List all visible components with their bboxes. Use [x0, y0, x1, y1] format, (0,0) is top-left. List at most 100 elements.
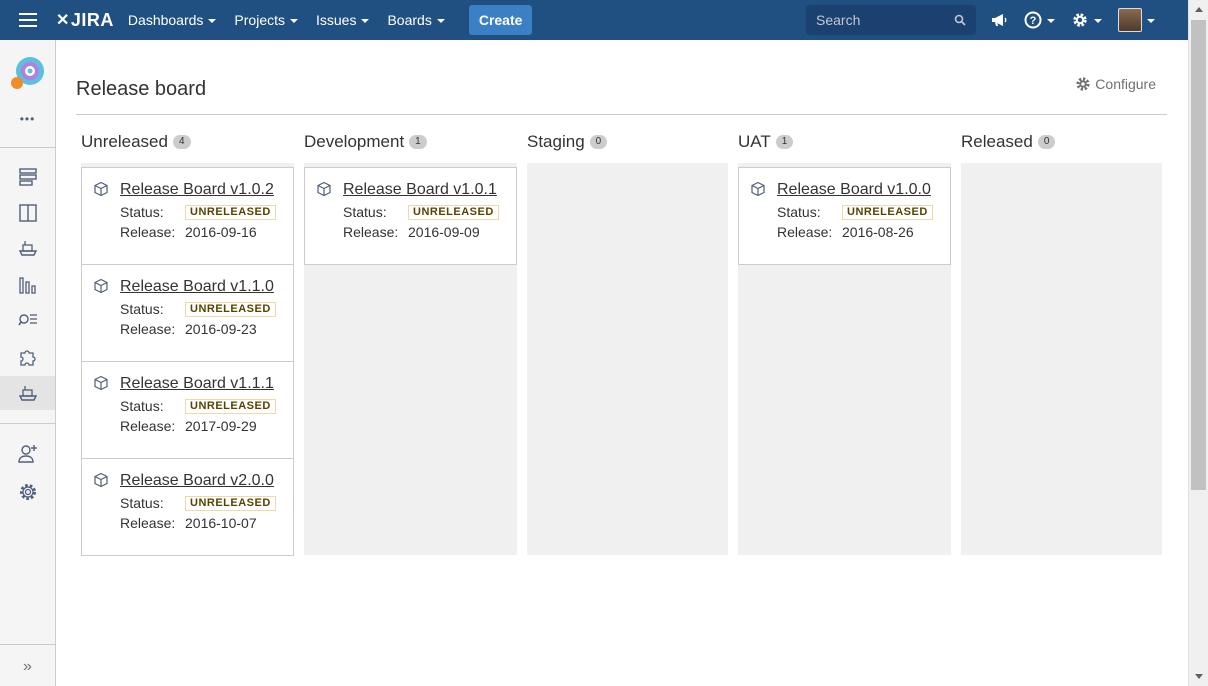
release-row: Release: 2016-10-07: [120, 515, 257, 531]
column-header: UAT 1: [738, 130, 794, 154]
status-badge: UNRELEASED: [185, 495, 276, 511]
jira-logo[interactable]: ✕ JIRA: [56, 10, 114, 31]
version-card[interactable]: Release Board v1.1.0 Status: UNRELEASED R…: [81, 264, 294, 362]
column-body: Release Board v1.0.2 Status: UNRELEASED R…: [81, 163, 294, 556]
status-badge: UNRELEASED: [185, 204, 276, 220]
status-badge: UNRELEASED: [408, 204, 499, 220]
release-row: Release: 2016-09-23: [120, 321, 257, 337]
status-badge: UNRELEASED: [185, 398, 276, 414]
menu-icon[interactable]: [0, 0, 56, 40]
vertical-scrollbar[interactable]: [1188, 0, 1208, 686]
version-box-icon: [317, 181, 331, 197]
release-row: Release: 2016-09-16: [120, 224, 257, 240]
version-link[interactable]: Release Board v1.1.0: [120, 278, 274, 296]
page-title: Release board: [76, 78, 207, 100]
version-card[interactable]: Release Board v1.0.0 Status: UNRELEASED R…: [738, 167, 951, 265]
logo-text: JIRA: [70, 9, 114, 30]
project-sidebar: ••• »: [0, 40, 56, 686]
column-header: Released 0: [961, 130, 1056, 154]
version-card[interactable]: Release Board v1.1.1 Status: UNRELEASED R…: [81, 361, 294, 459]
top-navigation: ✕ JIRA Dashboards Projects Issues Boards…: [0, 0, 1188, 40]
nav-issues[interactable]: Issues: [316, 12, 370, 28]
notifications-megaphone-icon[interactable]: [990, 12, 1008, 28]
admin-gear-icon[interactable]: [1071, 11, 1102, 29]
version-link[interactable]: Release Board v1.0.2: [120, 181, 274, 199]
version-link[interactable]: Release Board v1.0.1: [343, 181, 497, 199]
release-date: 2016-09-23: [185, 321, 257, 337]
column-staging: Staging 0: [527, 130, 728, 555]
board-icon[interactable]: [0, 196, 55, 230]
releases-icon[interactable]: [0, 231, 55, 265]
backlog-icon[interactable]: [0, 160, 55, 194]
version-card[interactable]: Release Board v2.0.0 Status: UNRELEASED R…: [81, 458, 294, 556]
release-date: 2017-09-29: [185, 418, 257, 434]
sidebar-divider: [0, 644, 55, 645]
reports-icon[interactable]: [0, 268, 55, 302]
version-link[interactable]: Release Board v1.1.1: [120, 375, 274, 393]
version-box-icon: [94, 181, 108, 197]
search-placeholder: Search: [816, 12, 861, 28]
settings-icon[interactable]: [0, 475, 55, 509]
nav-dashboards[interactable]: Dashboards: [128, 12, 217, 28]
add-ons-puzzle-icon[interactable]: [0, 340, 55, 374]
help-icon[interactable]: ?: [1024, 11, 1055, 29]
column-body: [961, 163, 1162, 555]
column-development: Development 1 Release Board v1.0.1 Status…: [304, 130, 517, 555]
status-row: Status: UNRELEASED: [777, 204, 933, 220]
release-date: 2016-09-09: [408, 224, 480, 240]
search-icon: [954, 14, 966, 26]
title-divider: [76, 114, 1167, 115]
status-badge: UNRELEASED: [185, 301, 276, 317]
nav-boards[interactable]: Boards: [387, 12, 445, 28]
scrollbar-thumb[interactable]: [1191, 20, 1206, 490]
chevron-down-icon: [361, 18, 370, 23]
collapse-sidebar-icon[interactable]: »: [0, 650, 55, 684]
configure-button[interactable]: Configure: [1075, 76, 1156, 92]
column-body: [527, 163, 728, 555]
chevron-down-icon: [1147, 18, 1155, 23]
column-count-badge: 1: [775, 135, 794, 149]
sidebar-divider: [0, 147, 55, 148]
user-profile-menu[interactable]: [1118, 8, 1155, 32]
configure-label: Configure: [1095, 76, 1156, 92]
project-avatar[interactable]: [11, 56, 45, 90]
column-header: Development 1: [304, 130, 427, 154]
release-date: 2016-10-07: [185, 515, 257, 531]
version-link[interactable]: Release Board v1.0.0: [777, 181, 931, 199]
release-date: 2016-08-26: [842, 224, 914, 240]
version-link[interactable]: Release Board v2.0.0: [120, 472, 274, 490]
version-box-icon: [94, 472, 108, 488]
column-header: Staging 0: [527, 130, 608, 154]
chevron-down-icon: [436, 18, 445, 23]
scroll-up-arrow-icon[interactable]: [1195, 7, 1203, 12]
release-board-icon[interactable]: [0, 376, 55, 410]
create-button[interactable]: Create: [468, 5, 533, 35]
column-count-badge: 0: [1037, 135, 1056, 149]
version-box-icon: [94, 278, 108, 294]
status-row: Status: UNRELEASED: [120, 204, 276, 220]
nav-projects[interactable]: Projects: [234, 12, 298, 28]
chevron-down-icon: [290, 18, 298, 23]
column-uat: UAT 1 Release Board v1.0.0 Status: UNRELEA…: [738, 130, 951, 555]
scroll-down-arrow-icon[interactable]: [1195, 674, 1203, 679]
column-header: Unreleased 4: [81, 130, 191, 154]
issues-search-icon[interactable]: [0, 304, 55, 338]
release-row: Release: 2016-08-26: [777, 224, 914, 240]
release-row: Release: 2016-09-09: [343, 224, 480, 240]
more-icon[interactable]: •••: [0, 102, 55, 136]
column-body: Release Board v1.0.0 Status: UNRELEASED R…: [738, 163, 951, 555]
version-box-icon: [94, 375, 108, 391]
status-row: Status: UNRELEASED: [120, 301, 276, 317]
svg-text:?: ?: [1030, 15, 1037, 27]
release-date: 2016-09-16: [185, 224, 257, 240]
gear-icon: [1076, 77, 1090, 91]
column-count-badge: 1: [409, 135, 427, 149]
chevron-down-icon: [1094, 18, 1102, 23]
search-input[interactable]: Search: [806, 5, 976, 35]
status-row: Status: UNRELEASED: [343, 204, 499, 220]
avatar: [1118, 8, 1142, 32]
version-card[interactable]: Release Board v1.0.1 Status: UNRELEASED R…: [304, 167, 517, 265]
add-people-icon[interactable]: [0, 436, 55, 470]
column-unreleased: Unreleased 4 Release Board v1.0.2 Status:…: [81, 130, 294, 556]
version-card[interactable]: Release Board v1.0.2 Status: UNRELEASED R…: [81, 167, 294, 265]
